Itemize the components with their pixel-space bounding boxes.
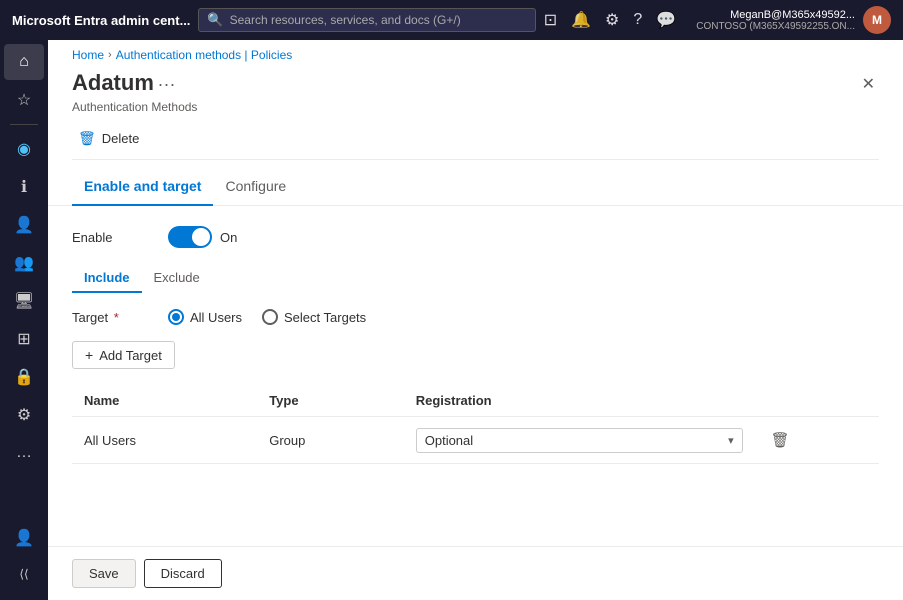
- radio-select-targets-input[interactable]: [262, 309, 278, 325]
- main-tabs: Enable and target Configure: [48, 168, 903, 206]
- target-row: Target * All Users Select Targets: [72, 309, 879, 325]
- sidebar: ⌂ ☆ ◉ ℹ 👤 👥 🖥 ⊞ 🔒 ⚙ … 👤 ⟨⟨: [0, 40, 48, 600]
- enable-label: Enable: [72, 230, 152, 245]
- content-area: Home › Authentication methods | Policies…: [48, 40, 903, 600]
- target-label: Target *: [72, 310, 152, 325]
- registration-dropdown[interactable]: Optional ▾: [416, 428, 743, 453]
- row-delete-button[interactable]: 🗑: [767, 427, 794, 453]
- table-body: All Users Group Optional ▾ 🗑: [72, 417, 879, 464]
- targets-table: Name Type Registration All Users Group O…: [72, 385, 879, 464]
- toolbar-divider: [72, 159, 879, 160]
- save-button[interactable]: Save: [72, 559, 136, 588]
- sidebar-sep-1: [10, 124, 38, 125]
- cell-actions: 🗑: [755, 417, 879, 464]
- topbar-icons: ⊡ 🔔 ⚙ ? 💬 MeganB@M365x49592... CONTOSO (…: [544, 6, 891, 34]
- form-content: Enable On Include Exclude Target *: [48, 206, 903, 546]
- user-menu[interactable]: MeganB@M365x49592... CONTOSO (M365X49592…: [696, 6, 891, 34]
- toolbar: 🗑 Delete: [48, 114, 903, 151]
- radio-all-users-input[interactable]: [168, 309, 184, 325]
- sidebar-item-groups[interactable]: 👥: [4, 245, 44, 281]
- sidebar-item-protection[interactable]: ⚙: [4, 397, 44, 433]
- avatar: M: [863, 6, 891, 34]
- search-input[interactable]: [230, 13, 527, 27]
- feedback-icon[interactable]: 💬: [656, 10, 676, 30]
- search-icon: 🔍: [207, 12, 223, 28]
- user-tenant: CONTOSO (M365X49592255.ON...: [696, 21, 855, 32]
- radio-all-users[interactable]: All Users: [168, 309, 242, 325]
- table-header: Name Type Registration: [72, 385, 879, 417]
- notification-icon[interactable]: 🔔: [571, 10, 591, 30]
- toggle-state-label: On: [220, 230, 237, 245]
- required-star: *: [110, 310, 119, 325]
- main-layout: ⌂ ☆ ◉ ℹ 👤 👥 🖥 ⊞ 🔒 ⚙ … 👤 ⟨⟨ Home › Authen…: [0, 40, 903, 600]
- toggle-wrapper: On: [168, 226, 237, 248]
- radio-select-targets[interactable]: Select Targets: [262, 309, 366, 325]
- subtab-exclude[interactable]: Exclude: [142, 264, 212, 293]
- sidebar-item-home[interactable]: ⌂: [4, 44, 44, 80]
- tab-enable-target[interactable]: Enable and target: [72, 168, 213, 206]
- topbar: Microsoft Entra admin cent... 🔍 ⊡ 🔔 ⚙ ? …: [0, 0, 903, 40]
- breadcrumb: Home › Authentication methods | Policies: [48, 40, 903, 70]
- tab-configure[interactable]: Configure: [213, 168, 298, 206]
- sidebar-item-more[interactable]: …: [4, 435, 44, 471]
- radio-select-targets-label: Select Targets: [284, 310, 366, 325]
- page-header: Adatum ··· ✕: [48, 70, 903, 98]
- sidebar-item-profile[interactable]: 👤: [4, 520, 44, 556]
- enable-row: Enable On: [72, 226, 879, 248]
- cell-registration: Optional ▾: [404, 417, 755, 464]
- sidebar-item-security[interactable]: 🔒: [4, 359, 44, 395]
- delete-icon: 🗑: [78, 130, 96, 147]
- col-registration-header: Registration: [404, 385, 755, 417]
- help-icon[interactable]: ?: [633, 11, 642, 29]
- breadcrumb-section[interactable]: Authentication methods | Policies: [116, 48, 293, 62]
- add-target-plus-icon: +: [85, 347, 93, 363]
- breadcrumb-home[interactable]: Home: [72, 48, 104, 62]
- radio-group: All Users Select Targets: [168, 309, 366, 325]
- cell-type: Group: [257, 417, 404, 464]
- topbar-brand: Microsoft Entra admin cent...: [12, 13, 190, 28]
- page-more-button[interactable]: ···: [158, 74, 176, 94]
- sidebar-item-info[interactable]: ℹ: [4, 169, 44, 205]
- page-subtitle: Authentication Methods: [48, 100, 903, 114]
- topbar-search-container: 🔍: [198, 8, 535, 32]
- portal-icon[interactable]: ⊡: [544, 10, 557, 30]
- col-type-header: Type: [257, 385, 404, 417]
- settings-icon[interactable]: ⚙: [605, 10, 619, 30]
- sidebar-item-users[interactable]: 👤: [4, 207, 44, 243]
- registration-value: Optional: [425, 433, 473, 448]
- enable-toggle[interactable]: [168, 226, 212, 248]
- page-title: Adatum: [72, 70, 154, 95]
- add-target-button[interactable]: + Add Target: [72, 341, 175, 369]
- page-header-left: Adatum ···: [72, 70, 176, 96]
- subtab-include[interactable]: Include: [72, 264, 142, 293]
- chevron-down-icon: ▾: [728, 434, 734, 447]
- table-row: All Users Group Optional ▾ 🗑: [72, 417, 879, 464]
- user-name: MeganB@M365x49592...: [730, 9, 855, 21]
- delete-button[interactable]: 🗑 Delete: [72, 126, 145, 151]
- radio-all-users-label: All Users: [190, 310, 242, 325]
- form-footer: Save Discard: [48, 546, 903, 600]
- sidebar-item-collapse[interactable]: ⟨⟨: [4, 556, 44, 592]
- breadcrumb-sep-1: ›: [108, 49, 112, 61]
- sidebar-item-favorites[interactable]: ☆: [4, 82, 44, 118]
- discard-button[interactable]: Discard: [144, 559, 222, 588]
- close-button[interactable]: ✕: [858, 70, 879, 98]
- sidebar-item-apps[interactable]: ⊞: [4, 321, 44, 357]
- sidebar-item-identity[interactable]: ◉: [4, 131, 44, 167]
- user-info: MeganB@M365x49592... CONTOSO (M365X49592…: [696, 9, 855, 32]
- sidebar-bottom: 👤 ⟨⟨: [4, 520, 44, 600]
- cell-name: All Users: [72, 417, 257, 464]
- sub-tabs: Include Exclude: [72, 264, 879, 293]
- col-actions-header: [755, 385, 879, 417]
- sidebar-item-devices[interactable]: 🖥: [4, 283, 44, 319]
- col-name-header: Name: [72, 385, 257, 417]
